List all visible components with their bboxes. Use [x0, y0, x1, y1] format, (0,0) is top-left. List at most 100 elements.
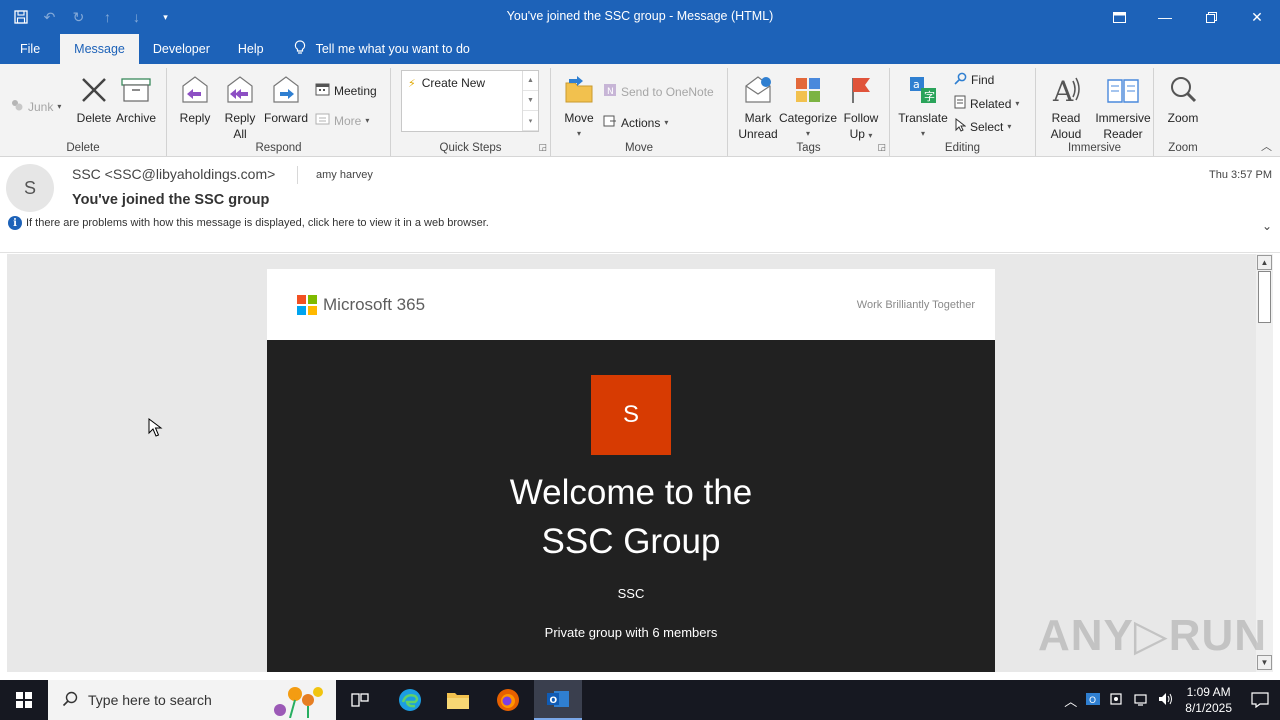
mark-unread-button[interactable]: Mark Unread — [734, 72, 782, 142]
collapse-ribbon-icon[interactable]: ︿ — [1261, 138, 1272, 154]
firefox-icon[interactable] — [484, 680, 532, 720]
tags-launcher-icon[interactable]: ◲ — [877, 142, 886, 153]
reply-all-button[interactable]: Reply All — [221, 72, 259, 142]
welcome-line-2: SSC Group — [541, 522, 721, 561]
related-label: Related — [970, 96, 1012, 111]
scroll-up-arrow-icon[interactable]: ▲ — [1257, 255, 1272, 270]
send-to-onenote-button[interactable]: N Send to OneNote — [603, 83, 714, 100]
taskbar-search[interactable]: Type here to search — [48, 680, 336, 720]
taskbar: Type here to search O ︿ O 1:09 AM 8/1/20… — [0, 680, 1280, 720]
dialog-launcher-icon[interactable]: ◲ — [538, 142, 547, 153]
task-view-icon[interactable] — [336, 680, 384, 720]
find-button[interactable]: Find — [954, 72, 994, 88]
meeting-button[interactable]: Meeting — [315, 82, 377, 99]
group-name: SSC — [617, 586, 645, 601]
junk-icon — [10, 98, 24, 115]
tray-overflow-icon[interactable]: ︿ — [1060, 691, 1081, 710]
mark-unread-icon — [740, 72, 776, 108]
archive-label: Archive — [115, 111, 156, 125]
mouse-pointer-icon — [148, 418, 164, 443]
maximize-icon[interactable] — [1188, 0, 1234, 34]
delete-x-icon — [76, 72, 112, 108]
mark-label-1: Mark — [744, 111, 772, 125]
brand-tagline: Work Brilliantly Together — [856, 299, 975, 311]
scroll-thumb[interactable] — [1258, 271, 1271, 323]
reply-all-icon — [222, 72, 258, 108]
group-members: Private group with 6 members — [544, 625, 718, 640]
info-bar[interactable]: i If there are problems with how this me… — [8, 216, 489, 230]
select-button[interactable]: Select ▾ — [954, 117, 1011, 135]
tell-me-label: Tell me what you want to do — [315, 42, 470, 56]
delete-button[interactable]: Delete — [74, 72, 114, 126]
tab-help[interactable]: Help — [224, 34, 278, 64]
tab-developer[interactable]: Developer — [139, 34, 224, 64]
quicksteps-group-label: Quick Steps — [439, 142, 502, 154]
follow-up-button[interactable]: Follow Up ▾ — [838, 72, 884, 144]
search-icon — [62, 691, 78, 710]
start-button[interactable] — [0, 680, 48, 720]
more-icon — [315, 112, 330, 129]
editing-group-label: Editing — [944, 142, 981, 154]
translate-button[interactable]: a字 Translate ▾ — [898, 72, 948, 142]
welcome-heading: Welcome to the SSC Group — [267, 468, 995, 566]
microsoft-365-logo: Microsoft 365 — [297, 295, 425, 315]
svg-text:A: A — [1052, 75, 1074, 105]
scroll-up-icon[interactable]: ▲ — [523, 71, 538, 91]
scroll-down-icon[interactable]: ▼ — [523, 91, 538, 111]
reply-all-label-1: Reply — [224, 111, 256, 125]
actions-button[interactable]: Actions ▾ — [603, 114, 668, 131]
move-button[interactable]: Move ▾ — [561, 72, 597, 142]
immersive-group-label: Immersive — [1067, 142, 1122, 154]
immersive-reader-button[interactable]: Immersive Reader — [1094, 72, 1152, 142]
window-controls: — ✕ — [1096, 0, 1280, 34]
minimize-icon[interactable]: — — [1142, 0, 1188, 34]
categorize-label: Categorize — [778, 111, 838, 125]
delete-group: Junk ▾ Delete Archive Delete — [0, 68, 167, 156]
forward-button[interactable]: Forward — [263, 72, 309, 126]
volume-icon[interactable] — [1153, 691, 1177, 710]
zoom-button[interactable]: Zoom — [1162, 72, 1204, 126]
svg-text:N: N — [607, 87, 614, 97]
header-divider — [297, 166, 298, 184]
more-button[interactable]: More ▾ — [315, 112, 369, 129]
system-tray: ︿ O 1:09 AM 8/1/2025 — [1060, 680, 1280, 720]
sender-address[interactable]: SSC <SSC@libyaholdings.com> — [72, 166, 275, 182]
tab-file[interactable]: File — [0, 34, 60, 64]
search-placeholder: Type here to search — [88, 692, 212, 708]
reply-button[interactable]: Reply — [177, 72, 213, 126]
received-datetime: Thu 3:57 PM — [1209, 169, 1272, 181]
junk-button[interactable]: Junk ▾ — [10, 98, 61, 115]
tab-message[interactable]: Message — [60, 34, 139, 64]
ribbon-display-icon[interactable] — [1096, 0, 1142, 34]
create-new-quickstep[interactable]: ⚡ Create New — [408, 76, 485, 90]
expand-header-icon[interactable]: ⌄ — [1262, 219, 1272, 233]
lightbulb-icon — [294, 40, 306, 58]
categorize-icon — [790, 72, 826, 108]
watermark-logo: ANY▷RUN — [1038, 611, 1268, 660]
outlook-tray-icon[interactable]: O — [1081, 691, 1105, 710]
outlook-taskbar-icon[interactable]: O — [534, 680, 582, 720]
zoom-group-label: Zoom — [1168, 142, 1198, 154]
close-icon[interactable]: ✕ — [1234, 0, 1280, 34]
meet-now-icon[interactable] — [1105, 691, 1129, 710]
sender-avatar[interactable]: S — [6, 164, 54, 212]
file-explorer-icon[interactable] — [434, 680, 482, 720]
info-bar-text: If there are problems with how this mess… — [26, 217, 489, 229]
system-clock[interactable]: 1:09 AM 8/1/2025 — [1177, 684, 1240, 716]
lightning-icon: ⚡ — [408, 77, 416, 90]
read-aloud-button[interactable]: A Read Aloud — [1044, 72, 1088, 142]
tell-me-search[interactable]: Tell me what you want to do — [278, 34, 470, 64]
quicksteps-gallery[interactable]: ⚡ Create New ▲ ▼ ▾ — [401, 70, 539, 132]
edge-browser-icon[interactable] — [386, 680, 434, 720]
archive-button[interactable]: Archive — [114, 72, 158, 126]
network-icon[interactable] — [1129, 691, 1153, 710]
categorize-button[interactable]: Categorize ▾ — [778, 72, 838, 142]
notifications-icon[interactable] — [1240, 692, 1280, 708]
svg-text:O: O — [1089, 696, 1096, 706]
expand-gallery-icon[interactable]: ▾ — [523, 111, 538, 131]
zoom-label: Zoom — [1167, 111, 1199, 125]
zoom-group: Zoom Zoom — [1154, 68, 1212, 156]
recipient-name[interactable]: amy harvey — [316, 169, 373, 181]
mark-label-2: Unread — [738, 127, 778, 141]
related-button[interactable]: Related ▾ — [954, 95, 1019, 112]
